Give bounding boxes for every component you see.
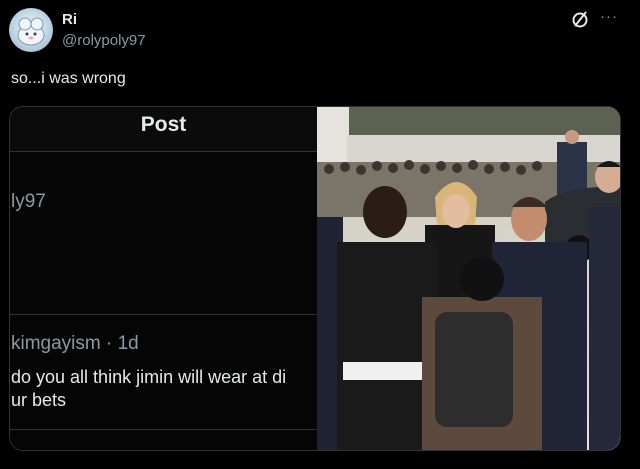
display-name[interactable]: Ri [62, 11, 77, 28]
avatar[interactable] [9, 8, 53, 52]
event-photo[interactable] [317, 107, 620, 450]
screenshot-post-header: Post [10, 107, 317, 151]
tweet-header: Ri @rolypoly97 ··· [0, 0, 640, 60]
screenshot-reply-text-line2: ur bets [11, 390, 67, 410]
screenshot-reply-user: kimgayism · 1d [11, 333, 139, 354]
divider [10, 429, 317, 430]
tweet-text: so...i was wrong [11, 70, 126, 87]
avatar-cartoon-icon [17, 17, 45, 46]
divider [10, 151, 317, 152]
divider [10, 314, 317, 315]
screenshot-panel: Post ly97 kimgayism · 1d do you all thin… [10, 107, 317, 450]
tweet-media[interactable]: Post ly97 kimgayism · 1d do you all thin… [9, 106, 621, 451]
grok-slash-circle-icon[interactable] [570, 9, 590, 29]
user-handle[interactable]: @rolypoly97 [62, 32, 146, 49]
more-horizontal-icon[interactable]: ··· [600, 9, 622, 24]
screenshot-post-title: Post [140, 113, 187, 136]
screenshot-reply-text-line1: do you all think jimin will wear at di [11, 367, 287, 387]
screenshot-partial-handle: ly97 [11, 191, 46, 212]
event-photo-illustration [317, 107, 620, 450]
